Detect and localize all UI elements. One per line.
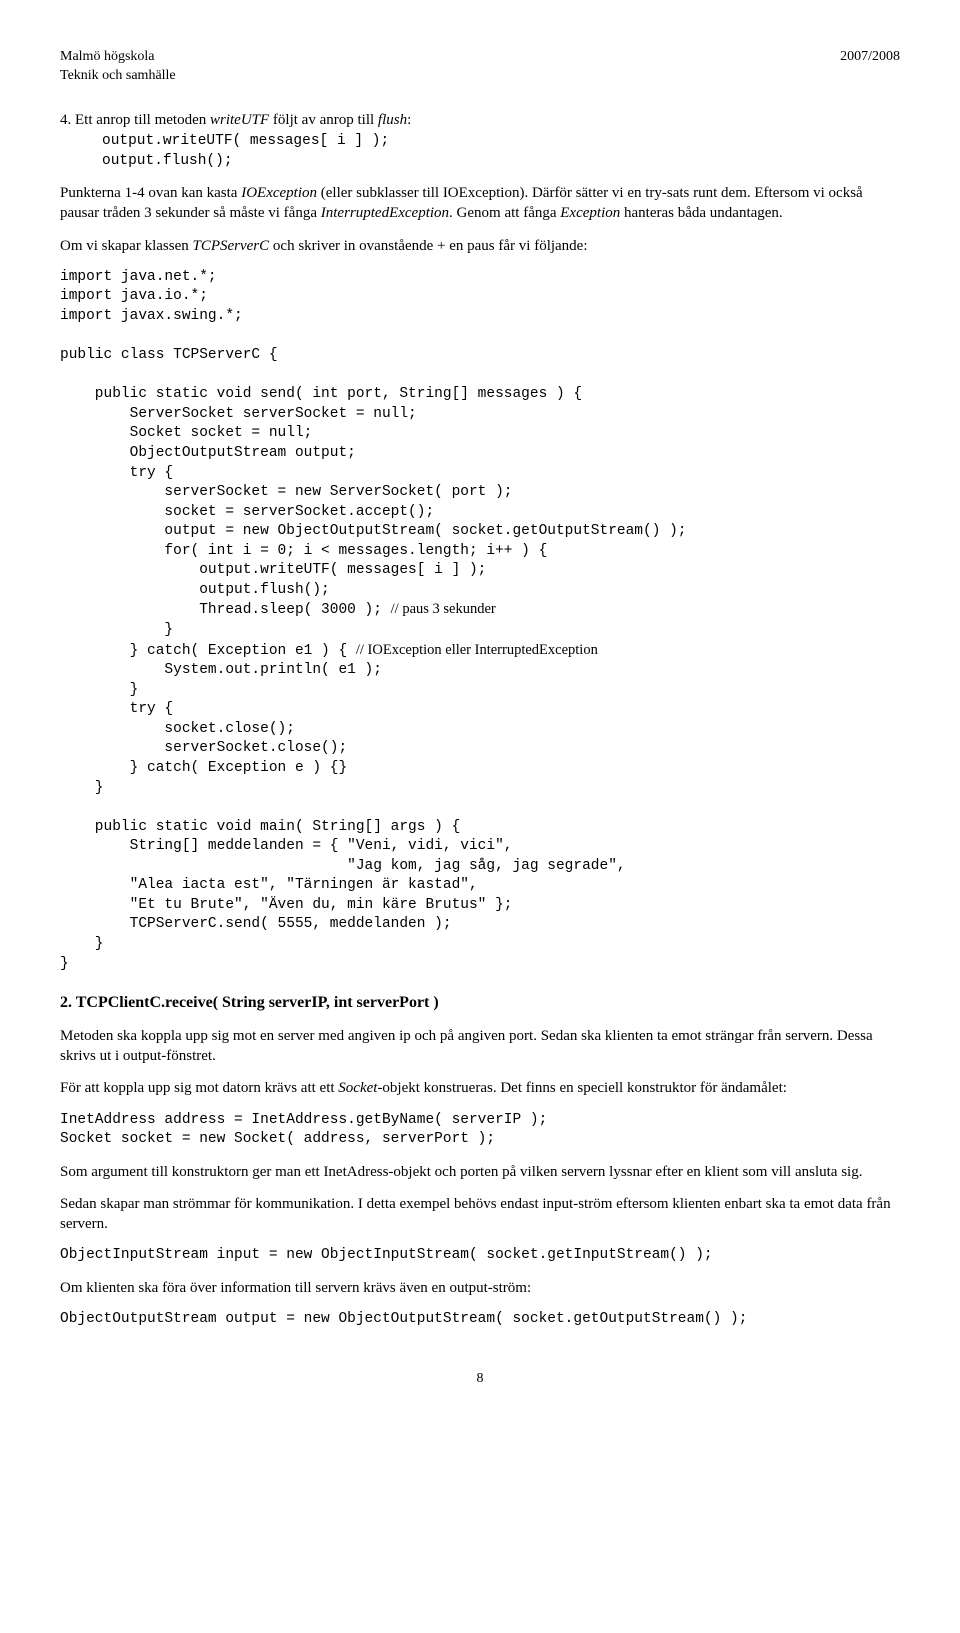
paragraph-3: Metoden ska koppla upp sig mot en server… [60, 1026, 900, 1067]
code-line: TCPServerC.send( 5555, meddelanden ); [60, 916, 452, 932]
code-line: } catch( Exception e1 ) { [60, 643, 356, 659]
code-line: for( int i = 0; i < messages.length; i++… [60, 543, 547, 559]
code-line: output.writeUTF( messages[ i ] ); [60, 562, 486, 578]
code-line: "Jag kom, jag såg, jag segrade", [60, 858, 626, 874]
p1-italic-a: IOException [241, 185, 317, 201]
item4-italic-b: flush [378, 112, 407, 128]
code-line: } [60, 956, 69, 972]
p4-text-b: -objekt konstrueras. Det finns en specie… [377, 1080, 786, 1096]
code-comment: // paus 3 sekunder [391, 601, 496, 617]
p4-text-a: För att koppla upp sig mot datorn krävs … [60, 1080, 338, 1096]
paragraph-4: För att koppla upp sig mot datorn krävs … [60, 1078, 900, 1098]
code-line: Thread.sleep( 3000 ); [60, 602, 391, 618]
item-number: 4. [60, 112, 71, 128]
item4-code: output.writeUTF( messages[ i ] ); output… [60, 132, 900, 171]
item4-text-c: : [407, 112, 411, 128]
code-line: serverSocket.close(); [60, 740, 347, 756]
code-line: import java.io.*; [60, 288, 208, 304]
code-line: try { [60, 465, 173, 481]
code-line: try { [60, 701, 173, 717]
code-line: public static void main( String[] args )… [60, 819, 460, 835]
p1-text-c: . Genom att fånga [449, 205, 560, 221]
code-line: import javax.swing.*; [60, 308, 243, 324]
p1-italic-b: InterruptedException [321, 205, 449, 221]
paragraph-5: Som argument till konstruktorn ger man e… [60, 1162, 900, 1182]
item4-text-a: Ett anrop till metoden [75, 112, 210, 128]
code-line: public class TCPServerC { [60, 347, 278, 363]
p4-italic-a: Socket [338, 1080, 377, 1096]
code-line: output = new ObjectOutputStream( socket.… [60, 523, 687, 539]
code-block-outputstream: ObjectOutputStream output = new ObjectOu… [60, 1310, 900, 1330]
code-line: ServerSocket serverSocket = null; [60, 406, 417, 422]
code-line: } [60, 622, 173, 638]
page-header: Malmö högskola 2007/2008 [60, 48, 900, 67]
code-line: String[] meddelanden = { "Veni, vidi, vi… [60, 838, 512, 854]
code-line: socket.close(); [60, 721, 295, 737]
code-line: output.flush(); [60, 582, 330, 598]
p1-italic-c: Exception [560, 205, 620, 221]
code-block-inputstream: ObjectInputStream input = new ObjectInpu… [60, 1246, 900, 1266]
code-line: public static void send( int port, Strin… [60, 386, 582, 402]
paragraph-1: Punkterna 1-4 ovan kan kasta IOException… [60, 183, 900, 224]
code-line: } catch( Exception e ) {} [60, 760, 347, 776]
code-line: serverSocket = new ServerSocket( port ); [60, 484, 512, 500]
p2-text-a: Om vi skapar klassen [60, 238, 192, 254]
code-line: "Et tu Brute", "Även du, min käre Brutus… [60, 897, 512, 913]
header-right: 2007/2008 [840, 48, 900, 67]
code-block-main: import java.net.*; import java.io.*; imp… [60, 268, 900, 974]
code-line: } [60, 682, 138, 698]
header-left-line1: Malmö högskola [60, 48, 155, 67]
p1-text-d: hanteras båda undantagen. [620, 205, 782, 221]
paragraph-6: Sedan skapar man strömmar för kommunikat… [60, 1194, 900, 1235]
p2-text-b: och skriver in ovanstående + en paus får… [269, 238, 587, 254]
code-line: } [60, 936, 104, 952]
code-block-socket: InetAddress address = InetAddress.getByN… [60, 1111, 900, 1150]
section-2-title: 2. TCPClientC.receive( String serverIP, … [60, 992, 900, 1014]
paragraph-7: Om klienten ska föra över information ti… [60, 1278, 900, 1298]
code-comment: // IOException eller InterruptedExceptio… [356, 642, 598, 658]
header-left-line2: Teknik och samhälle [60, 67, 900, 86]
code-line: } [60, 780, 104, 796]
code-line: System.out.println( e1 ); [60, 662, 382, 678]
code-line: Socket socket = null; [60, 425, 312, 441]
code-line: ObjectOutputStream output; [60, 445, 356, 461]
code-line: socket = serverSocket.accept(); [60, 504, 434, 520]
item4-text-b: följt av anrop till [269, 112, 378, 128]
p2-italic-a: TCPServerC [192, 238, 269, 254]
page-number: 8 [60, 1370, 900, 1389]
item4-italic-a: writeUTF [210, 112, 269, 128]
code-line: "Alea iacta est", "Tärningen är kastad", [60, 877, 478, 893]
code-line: import java.net.*; [60, 269, 217, 285]
list-item-4: 4. Ett anrop till metoden writeUTF följt… [60, 110, 900, 130]
paragraph-2: Om vi skapar klassen TCPServerC och skri… [60, 236, 900, 256]
p1-text-a: Punkterna 1-4 ovan kan kasta [60, 185, 241, 201]
